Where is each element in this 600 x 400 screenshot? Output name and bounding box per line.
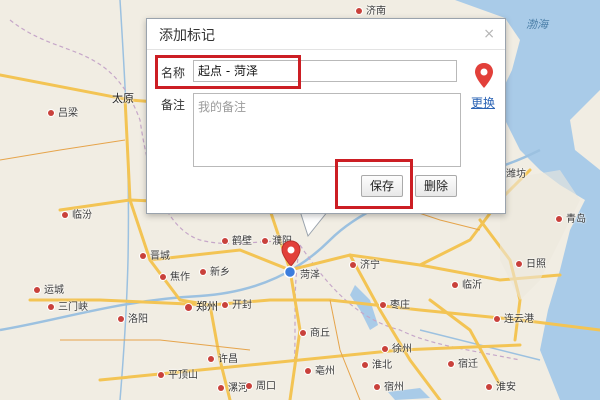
city-label: 连云港 (494, 310, 534, 325)
city-label: 济宁 (350, 256, 380, 271)
city-label: 青岛 (556, 210, 586, 225)
city-label: 商丘 (300, 324, 330, 339)
city-label: 洛阳 (118, 310, 148, 325)
save-button[interactable]: 保存 (361, 175, 404, 197)
add-marker-dialog: 添加标记 × 名称 起点 - 菏泽 备注 更换 保存 删除 (146, 18, 506, 214)
city-label: 淮安 (486, 378, 516, 393)
city-label: 三门峡 (48, 298, 88, 313)
city-label: 许昌 (208, 350, 238, 365)
map-canvas[interactable]: 渤海 吕梁 太原 临汾 晋城 运城 三门峡 洛阳 郑州 开封 焦作 新乡 鹤壁 … (0, 0, 600, 400)
city-label: 晋城 (140, 247, 170, 262)
sea-label: 渤海 (526, 18, 548, 31)
city-label: 枣庄 (380, 296, 410, 311)
city-label: 临沂 (452, 276, 482, 291)
dialog-title: 添加标记 (159, 28, 215, 44)
city-label: 漯河 (218, 379, 248, 394)
city-label: 太原 (112, 92, 134, 105)
change-icon-link[interactable]: 更换 (471, 94, 495, 111)
city-label: 开封 (222, 296, 252, 311)
name-field[interactable]: 起点 - 菏泽 (193, 60, 457, 82)
close-icon[interactable]: × (483, 27, 495, 41)
city-label: 济南 (356, 2, 386, 17)
city-label: 日照 (516, 255, 546, 270)
city-label: 吕梁 (48, 104, 78, 119)
name-label: 名称 (161, 66, 186, 80)
city-label: 亳州 (305, 362, 335, 377)
note-field[interactable] (193, 93, 461, 167)
city-label: 宿州 (374, 378, 404, 393)
map-marker-icon[interactable] (474, 62, 494, 90)
city-label: 郑州 (185, 298, 218, 314)
city-label: 焦作 (160, 268, 190, 283)
city-label: 菏泽 (300, 270, 320, 281)
city-label: 运城 (34, 281, 64, 296)
delete-button[interactable]: 删除 (415, 175, 458, 197)
city-label: 新乡 (200, 263, 230, 278)
city-label: 临汾 (62, 206, 92, 221)
map-marker-icon[interactable] (281, 240, 301, 280)
city-label: 徐州 (382, 340, 412, 355)
divider (147, 49, 505, 50)
city-label: 宿迁 (448, 355, 478, 370)
city-label: 周口 (246, 377, 276, 392)
city-label: 淮北 (362, 356, 392, 371)
note-label: 备注 (161, 98, 186, 112)
popup-pointer (300, 210, 330, 238)
city-label: 平顶山 (158, 366, 198, 381)
city-label: 鹤壁 (222, 232, 252, 247)
